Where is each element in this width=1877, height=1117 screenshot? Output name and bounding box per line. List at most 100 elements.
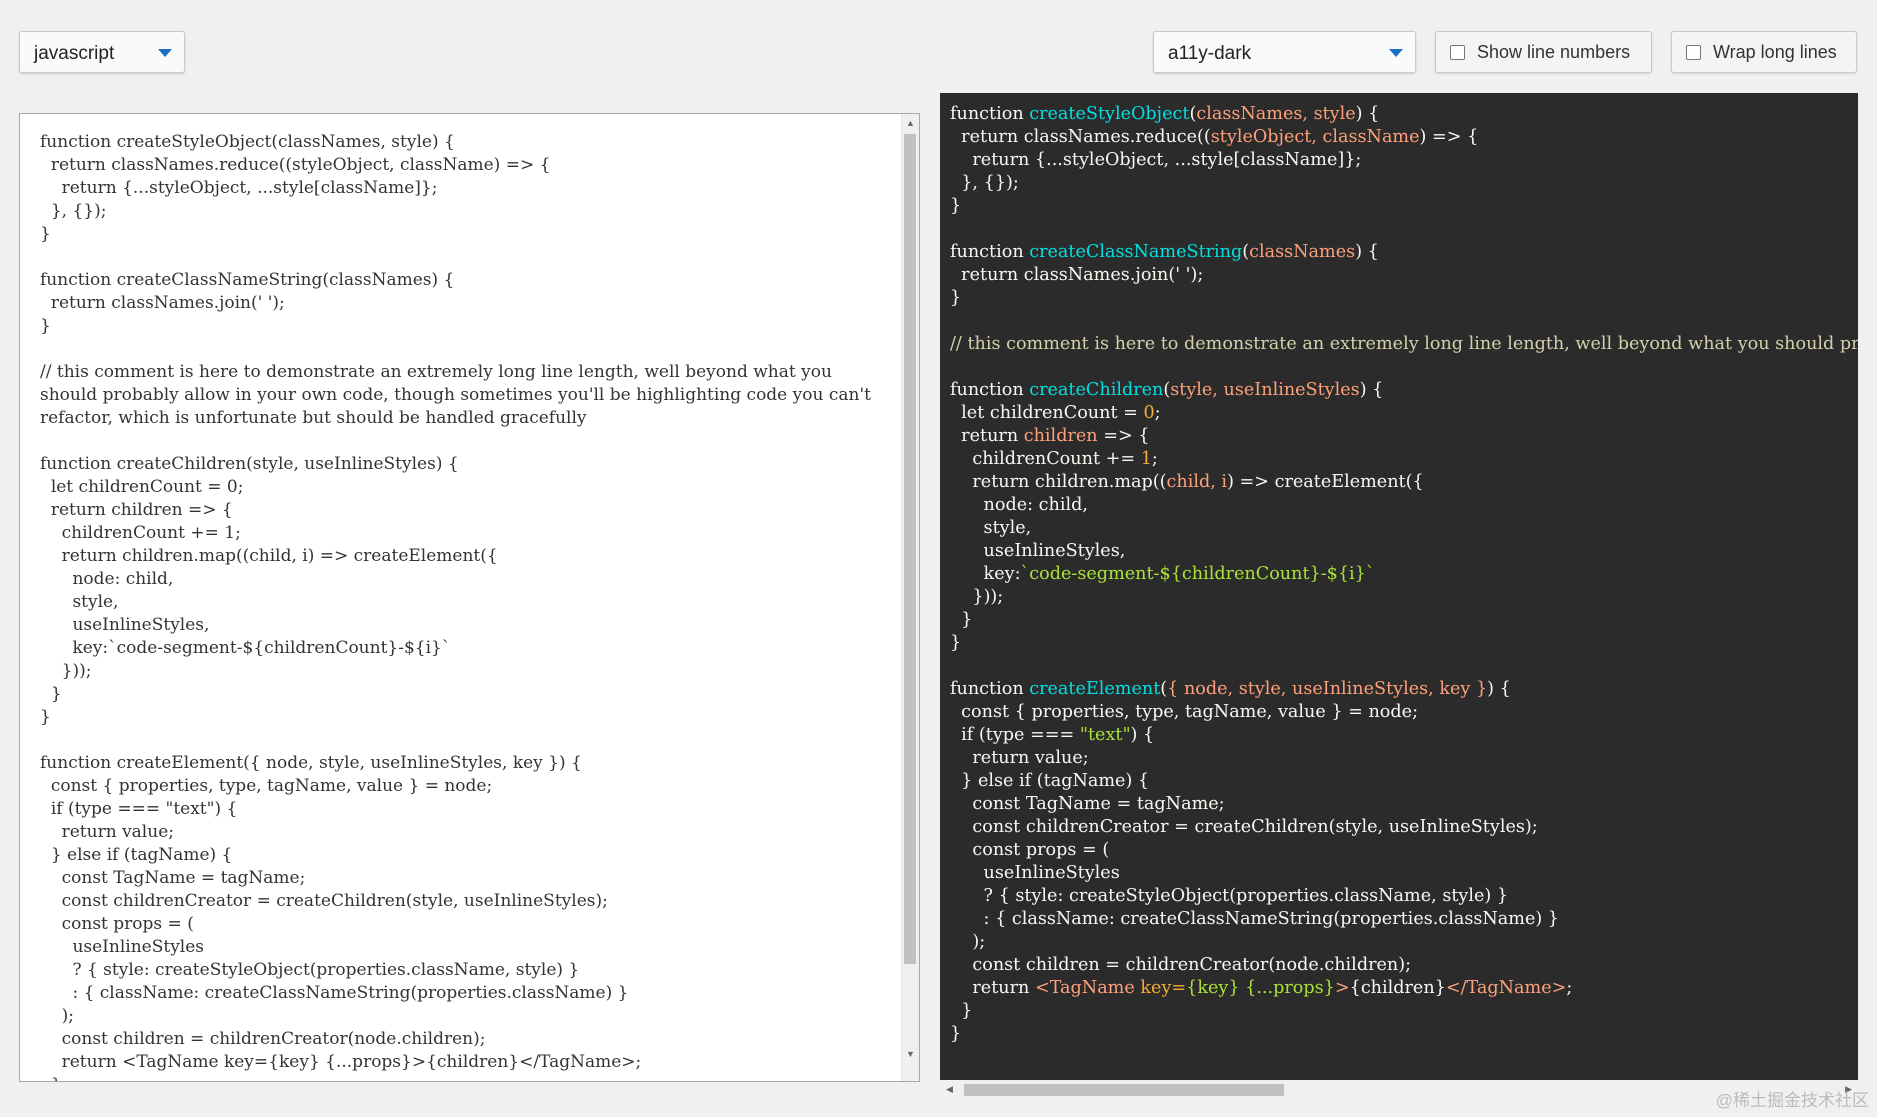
code-token: key: [950,564,1021,584]
code-line: function createElement({ node, style, us… [950,679,1511,699]
code-line: useInlineStyles [950,863,1120,883]
code-token: ) => { [1419,127,1479,147]
code-line: const { properties, type, tagName, value… [950,702,1418,722]
code-token: child, i [1166,472,1228,492]
code-token: key= [1140,978,1187,998]
code-token: function [950,242,1030,262]
wrap-long-lines-toggle[interactable]: Wrap long lines [1671,31,1857,73]
code-token: const { properties, type, tagName, value… [950,702,1419,722]
code-token: const TagName = tagName; [950,794,1225,814]
code-token: 0 [1143,403,1155,423]
scroll-left-icon[interactable]: ◀ [946,1084,953,1095]
code-line: return {...styleObject, ...style[classNa… [950,150,1361,170]
code-line: })); [950,587,1003,607]
code-token: <TagName [1034,978,1141,998]
code-token: => { [1097,426,1150,446]
code-line: function createClassNameString(className… [950,242,1379,262]
scrollbar-thumb[interactable] [904,134,916,964]
code-line: } [950,1024,961,1044]
code-token: const props = ( [950,840,1110,860]
editor-vertical-scrollbar[interactable]: ▲ ▼ [901,114,919,1081]
code-token: children [1023,426,1098,446]
code-line: } [950,610,972,630]
code-token: ) { [1130,725,1155,745]
code-line: } [950,633,961,653]
code-line: let childrenCount = 0; [950,403,1161,423]
code-token: ) { [1355,242,1379,262]
code-token: `code-segment-${childrenCount}-${i}` [1020,564,1375,584]
code-token: return classNames.join(' '); [950,265,1204,285]
code-token: ; [1151,449,1158,469]
code-token: classNames [1249,242,1356,262]
code-token: style, useInlineStyles [1170,380,1360,400]
scroll-down-icon[interactable]: ▼ [906,1049,915,1059]
code-token: : { className: createClassNameString(pro… [950,909,1560,929]
code-token: createClassNameString [1029,242,1243,262]
checkbox-icon[interactable] [1450,45,1465,60]
code-token: } else if (tagName) { [950,771,1150,791]
code-token: return classNames.reduce(( [950,127,1211,147]
code-token: ; [1154,403,1161,423]
code-token: createChildren [1029,380,1164,400]
code-token: "text" [1079,725,1131,745]
theme-select[interactable]: a11y-dark [1153,31,1416,73]
code-token: 1 [1140,449,1152,469]
code-token: return [950,426,1024,446]
code-token: } [950,633,962,653]
code-line: function createChildren(style, useInline… [950,380,1383,400]
code-line: childrenCount += 1; [950,449,1158,469]
code-line: } [950,288,961,308]
code-token: ; [1566,978,1573,998]
code-token: function [950,679,1030,699]
watermark: @稀土掘金技术社区 [1715,1091,1869,1110]
code-line: node: child, [950,495,1088,515]
code-line: const TagName = tagName; [950,794,1225,814]
code-token: function [950,104,1030,124]
language-select-value: javascript [34,43,115,64]
code-token: // this comment is here to demonstrate a… [950,334,1858,354]
code-token: if (type === [950,725,1080,745]
code-token: } [950,1001,973,1021]
scroll-up-icon[interactable]: ▲ [906,118,915,128]
code-token: ) { [1487,679,1511,699]
code-editor-text[interactable]: function createStyleObject(classNames, s… [40,131,880,1081]
scrollbar-thumb[interactable] [964,1084,1284,1096]
code-token: classNames, style [1196,104,1356,124]
code-line: const children = childrenCreator(node.ch… [950,955,1411,975]
code-line: return value; [950,748,1089,768]
code-token: useInlineStyles [950,863,1120,883]
wrap-long-lines-label: Wrap long lines [1713,42,1837,62]
code-line: const props = ( [950,840,1109,860]
language-select[interactable]: javascript [19,31,185,73]
code-token: createStyleObject [1029,104,1190,124]
chevron-down-icon [158,49,172,57]
code-token: childrenCount += [950,449,1141,469]
highlighted-code-preview: function createStyleObject(classNames, s… [940,93,1858,1100]
code-token: ) { [1359,380,1384,400]
code-line: function createStyleObject(classNames, s… [950,104,1379,124]
code-token: style, [950,518,1032,538]
code-token: return value; [950,748,1089,768]
show-line-numbers-label: Show line numbers [1477,42,1631,62]
code-line: ); [950,932,985,952]
show-line-numbers-toggle[interactable]: Show line numbers [1435,31,1652,73]
code-token: } [950,1024,962,1044]
code-token: {children} [1349,978,1446,998]
code-token: {...props} [1245,978,1335,998]
code-token: const children = childrenCreator(node.ch… [950,955,1412,975]
checkbox-icon[interactable] [1686,45,1701,60]
code-token: ) => createElement({ [1227,472,1424,492]
code-editor[interactable]: function createStyleObject(classNames, s… [19,113,920,1082]
code-token: return {...styleObject, ...style[classNa… [950,150,1362,170]
code-line: useInlineStyles, [950,541,1126,561]
code-token: ); [950,932,986,952]
code-token: ) { [1355,104,1380,124]
code-token: useInlineStyles, [950,541,1126,561]
code-token: let childrenCount = [950,403,1144,423]
code-line: return classNames.reduce((styleObject, c… [950,127,1478,147]
code-line: }, {}); [950,173,1019,193]
code-token: return [950,978,1035,998]
chevron-down-icon [1389,49,1403,57]
code-line: return classNames.join(' '); [950,265,1203,285]
code-line: // this comment is here to demonstrate a… [950,334,1858,354]
